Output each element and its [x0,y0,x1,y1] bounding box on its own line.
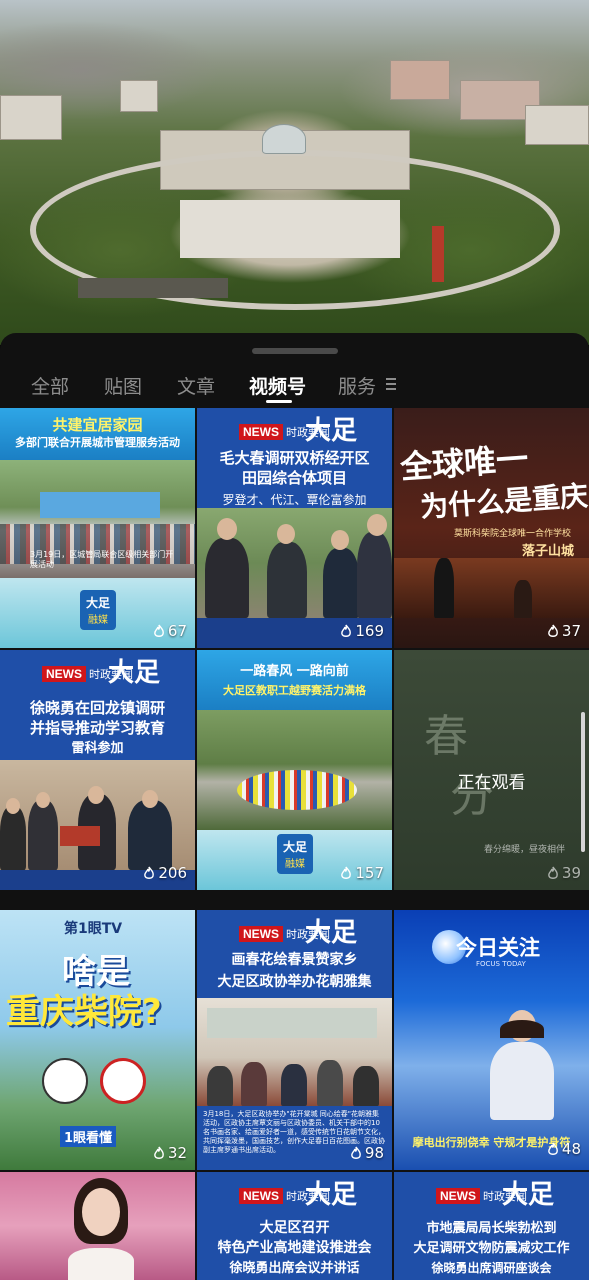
drag-handle[interactable] [252,348,338,354]
headline-line1: 画春花绘春景赞家乡 [231,952,358,968]
like-count: 206 [143,864,187,882]
headline-line2: 大足区政协举办花朝雅集 [217,974,372,990]
flame-icon [351,1146,361,1159]
video-card-huilong[interactable]: NEWS 时政要闻 大足 徐晓勇在回龙镇调研 并指导推动学习教育 雷科参加 20… [0,650,195,890]
calligraphy-title-1: 春 [424,711,468,762]
headline-line2: 并指导推动学习教育 [29,719,165,737]
headline-line1: 市地震局局长柴勃松到 [426,1221,557,1236]
flame-icon [548,624,558,637]
now-watching-label: 正在观看 [457,773,526,793]
flame-icon [144,866,155,879]
news-brand: 大足 [108,658,161,688]
video-card-inspection[interactable]: NEWS 时政要闻 大足 毛大春调研双桥经开区 田园综合体项目 罗登才、代江、覃… [197,408,392,648]
like-count: 169 [340,622,384,640]
like-count: 32 [153,1144,187,1162]
headline-line3: 雷科参加 [71,741,124,756]
video-caption: 3月19日，区城管局联合区级相关部门开展活动 [30,550,174,569]
video-card-presenter[interactable] [0,1172,195,1280]
flame-icon [154,1146,164,1159]
moscow-emblem [42,1058,88,1104]
race-photo [197,710,392,830]
meeting-photo [197,998,392,1106]
video-title-line2: 大足区教职工越野赛活力满格 [223,684,366,697]
visit-photo [0,760,195,870]
brand-logo: 大足 融媒 [277,834,313,874]
active-tab-indicator [266,400,292,403]
news-brand: 大足 [305,918,358,948]
crowd-photo: 3月19日，区城管局联合区级相关部门开展活动 [0,460,195,578]
program-title-en: FOCUS TODAY [476,960,526,968]
like-count: 39 [547,864,581,882]
like-count: 98 [350,1144,384,1162]
video-card-chongqing[interactable]: 全球唯一 为什么是重庆 莫斯科柴院全球唯一合作学校 落子山城 37 [394,408,589,648]
headline-line3: 徐晓勇出席会议并讲话 [229,1261,360,1276]
video-card-crosscountry[interactable]: 一路春风 一路向前 大足区教职工越野赛活力满格 大足 融媒 157 [197,650,392,890]
flame-icon [154,624,164,637]
presenter-figure [68,1178,134,1280]
tab-images[interactable]: 贴图 [104,372,142,399]
video-title-line2: 多部门联合开展城市管理服务活动 [15,436,180,449]
video-card-industry-meeting[interactable]: NEWS 时政要闻 大足 大足区召开 特色产业高地建设推进会 徐晓勇出席会议并讲… [197,1172,392,1280]
news-brand: 大足 [502,1180,555,1210]
video-card-focus-today[interactable]: 今日关注 FOCUS TODAY 摩电出行别侥幸 守规才是护身符 48 [394,910,589,1170]
flame-icon [548,866,558,879]
video-title-line2: 重庆柴院? [6,992,162,1032]
program-title: 今日关注 [456,936,540,960]
headline-line1: 徐晓勇在回龙镇调研 [29,699,165,717]
orchestra-photo [394,558,589,618]
video-title-line1: 一路春风 一路向前 [240,664,349,679]
tab-channels[interactable]: 视频号 [249,372,306,399]
like-count: 48 [547,1140,581,1158]
tab-articles[interactable]: 文章 [177,372,215,399]
headline-line2: 特色产业高地建设推进会 [217,1240,372,1256]
headline-line2: 大足调研文物防震减灾工作 [413,1241,570,1256]
video-caption: 春分绵暖，昼夜相伴 [484,845,566,855]
channel-logo: 第1眼TV [64,921,123,937]
headline-line3: 徐晓勇出席调研座谈会 [431,1261,552,1275]
tab-bar: 全部 贴图 文章 视频号 服务 [0,362,589,408]
video-subtitle: 莫斯科柴院全球唯一合作学校 [454,529,572,539]
like-count: 37 [547,622,581,640]
hero-aerial-photo [0,0,589,345]
officials-photo [197,508,392,618]
video-card-chaiyuan[interactable]: 第1眼TV 啥是 重庆柴院? 1眼看懂 32 [0,910,195,1170]
anchor-figure [490,1010,554,1120]
video-location: 落子山城 [522,544,575,559]
headline-line1: 大足区召开 [259,1220,330,1236]
flame-icon [341,866,352,879]
tab-all[interactable]: 全部 [31,372,69,399]
flame-icon [548,1142,558,1155]
video-footer: 1眼看懂 [60,1126,117,1147]
video-title-line1: 共建宜居家园 [52,416,143,434]
scrollbar-thumb[interactable] [581,712,585,852]
video-card-city-service[interactable]: 共建宜居家园 多部门联合开展城市管理服务活动 3月19日，区城管局联合区级相关部… [0,408,195,648]
video-card-flower-festival[interactable]: NEWS 时政要闻 大足 画春花绘春景赞家乡 大足区政协举办花朝雅集 3月18日… [197,910,392,1170]
flame-icon [341,624,352,637]
tab-services[interactable]: 服务 [338,372,376,399]
headline-line2: 田园综合体项目 [241,469,347,487]
brand-logo: 大足 融媒 [80,590,116,630]
like-count: 157 [340,864,384,882]
like-count: 67 [153,622,187,640]
news-brand: 大足 [305,416,358,446]
video-card-earthquake-bureau[interactable]: NEWS 时政要闻 大足 市地震局局长柴勃松到 大足调研文物防震减灾工作 徐晓勇… [394,1172,589,1280]
headline-line1: 毛大春调研双桥经开区 [219,449,370,467]
news-brand: 大足 [305,1180,358,1210]
video-card-spring-equinox[interactable]: 春 分 正在观看 春分绵暖，昼夜相伴 39 [394,650,589,890]
school-emblem [100,1058,146,1104]
menu-lines-icon[interactable] [386,378,396,390]
